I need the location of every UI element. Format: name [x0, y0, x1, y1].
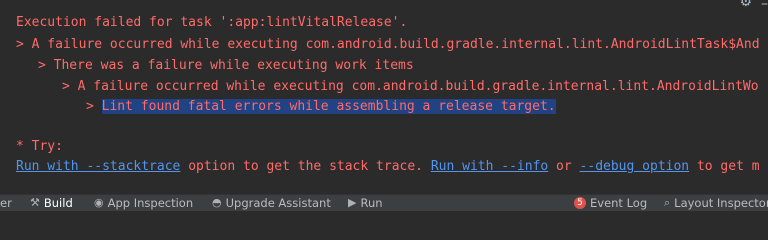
tab-logcat-partial[interactable]: er — [0, 195, 12, 211]
tab-app-inspection[interactable]: ◉ App Inspection — [94, 195, 193, 211]
tab-run[interactable]: ▶ Run — [348, 195, 383, 211]
layout-inspector-icon: ⌕ — [664, 196, 671, 209]
turtle-icon: ◓ — [212, 196, 222, 209]
console-line: * Try: — [16, 139, 63, 154]
hammer-icon: ⚒ — [30, 196, 40, 209]
hide-icon[interactable]: – — [761, 0, 768, 12]
try-line: Run with --stacktrace option to get the … — [16, 157, 760, 177]
console-line: > A failure occurred while executing com… — [62, 79, 759, 94]
tab-event-log[interactable]: 5 Event Log — [574, 195, 647, 211]
console-line: > There was a failure while executing wo… — [38, 58, 414, 73]
tool-window-bar: er ⚒ Build ◉ App Inspection ◓ Upgrade As… — [0, 194, 768, 211]
selected-text[interactable]: Lint found fatal errors while assembling… — [101, 99, 556, 114]
tab-build[interactable]: ⚒ Build — [30, 195, 73, 211]
gear-icon[interactable]: ⚙ — [739, 0, 752, 10]
tab-upgrade-assistant[interactable]: ◓ Upgrade Assistant — [212, 195, 331, 211]
console-line: > A failure occurred while executing com… — [16, 37, 760, 52]
console-line: Execution failed for task ':app:lintVita… — [16, 15, 408, 30]
event-log-badge: 5 — [574, 197, 586, 209]
console-line-selected: > Lint found fatal errors while assembli… — [16, 97, 556, 117]
inspection-icon: ◉ — [94, 196, 104, 209]
debug-link[interactable]: --debug option — [580, 159, 690, 174]
try-text: to get m — [689, 159, 760, 174]
build-output-console[interactable]: ⚙ – Execution failed for task ':app:lint… — [0, 0, 768, 194]
console-prefix: > — [86, 99, 102, 114]
run-icon: ▶ — [348, 196, 357, 209]
tab-layout-inspector[interactable]: ⌕ Layout Inspector — [664, 195, 768, 211]
info-link[interactable]: Run with --info — [431, 159, 548, 174]
try-text: or — [548, 159, 580, 174]
try-text: option to get the stack trace. — [180, 159, 431, 174]
stacktrace-link[interactable]: Run with --stacktrace — [16, 159, 180, 174]
